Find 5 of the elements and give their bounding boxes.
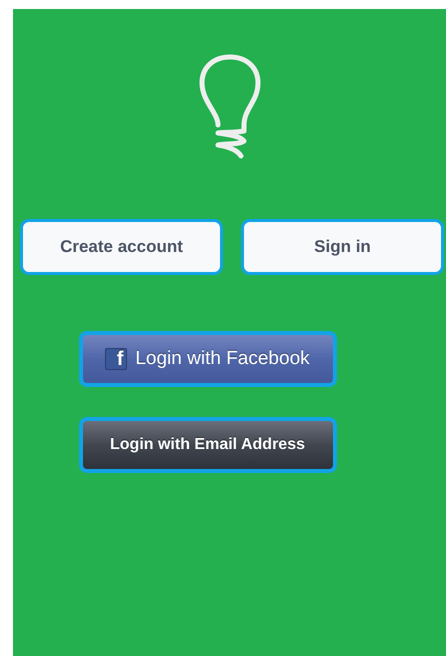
facebook-login-button[interactable]: f Login with Facebook xyxy=(78,331,336,387)
auth-button[interactable]: Create account xyxy=(20,219,223,275)
auth-button[interactable]: Sign in xyxy=(241,219,444,275)
email-login-button[interactable]: Login with Email Address xyxy=(78,417,336,473)
facebook-logo-icon: f xyxy=(105,348,128,370)
